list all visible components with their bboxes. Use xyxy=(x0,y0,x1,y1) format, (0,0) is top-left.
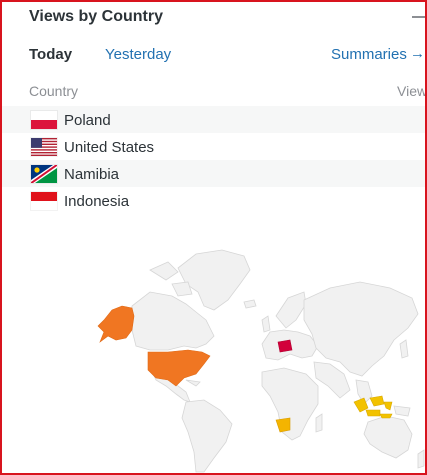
collapse-icon[interactable] xyxy=(412,16,426,18)
flag-united-states-icon xyxy=(31,138,57,156)
column-header-country: Country xyxy=(29,83,79,99)
table-row: Namibia xyxy=(0,160,425,187)
column-header-views: Views xyxy=(397,83,427,99)
uk-region xyxy=(261,315,271,333)
flag-namibia-icon xyxy=(31,165,57,183)
namibia-region xyxy=(275,417,291,433)
table-row: United States xyxy=(0,133,425,160)
middle-east-region xyxy=(313,361,351,399)
flag-poland-icon xyxy=(31,111,57,129)
tab-today[interactable]: Today xyxy=(29,46,72,63)
papua-region xyxy=(393,405,411,417)
panel-title: Views by Country xyxy=(29,8,163,25)
world-map xyxy=(97,249,425,473)
flag-indonesia-icon xyxy=(31,192,57,210)
arctic-islands-region xyxy=(171,281,193,297)
alaska-region xyxy=(97,305,135,343)
summaries-link[interactable]: Summaries xyxy=(331,46,407,63)
south-america-region xyxy=(181,399,233,473)
arrow-right-icon[interactable]: → xyxy=(410,45,425,62)
country-label[interactable]: Poland xyxy=(64,112,111,129)
greenland-region xyxy=(177,249,251,311)
table-row: Indonesia xyxy=(0,187,425,214)
arctic-islands-region xyxy=(149,261,179,281)
iceland-region xyxy=(243,299,257,309)
country-label[interactable]: United States xyxy=(64,139,154,156)
caribbean-region xyxy=(185,379,201,387)
table-row: Poland xyxy=(0,106,425,133)
country-label[interactable]: Namibia xyxy=(64,166,119,183)
asia-region xyxy=(303,281,419,377)
japan-region xyxy=(399,339,409,359)
poland-region xyxy=(277,339,293,353)
indonesia-region xyxy=(353,395,393,419)
australia-region xyxy=(363,415,413,459)
tab-yesterday[interactable]: Yesterday xyxy=(105,46,171,63)
scandinavia-region xyxy=(275,291,307,329)
country-label[interactable]: Indonesia xyxy=(64,193,129,210)
madagascar-region xyxy=(315,413,323,433)
new-zealand-region xyxy=(417,449,425,469)
